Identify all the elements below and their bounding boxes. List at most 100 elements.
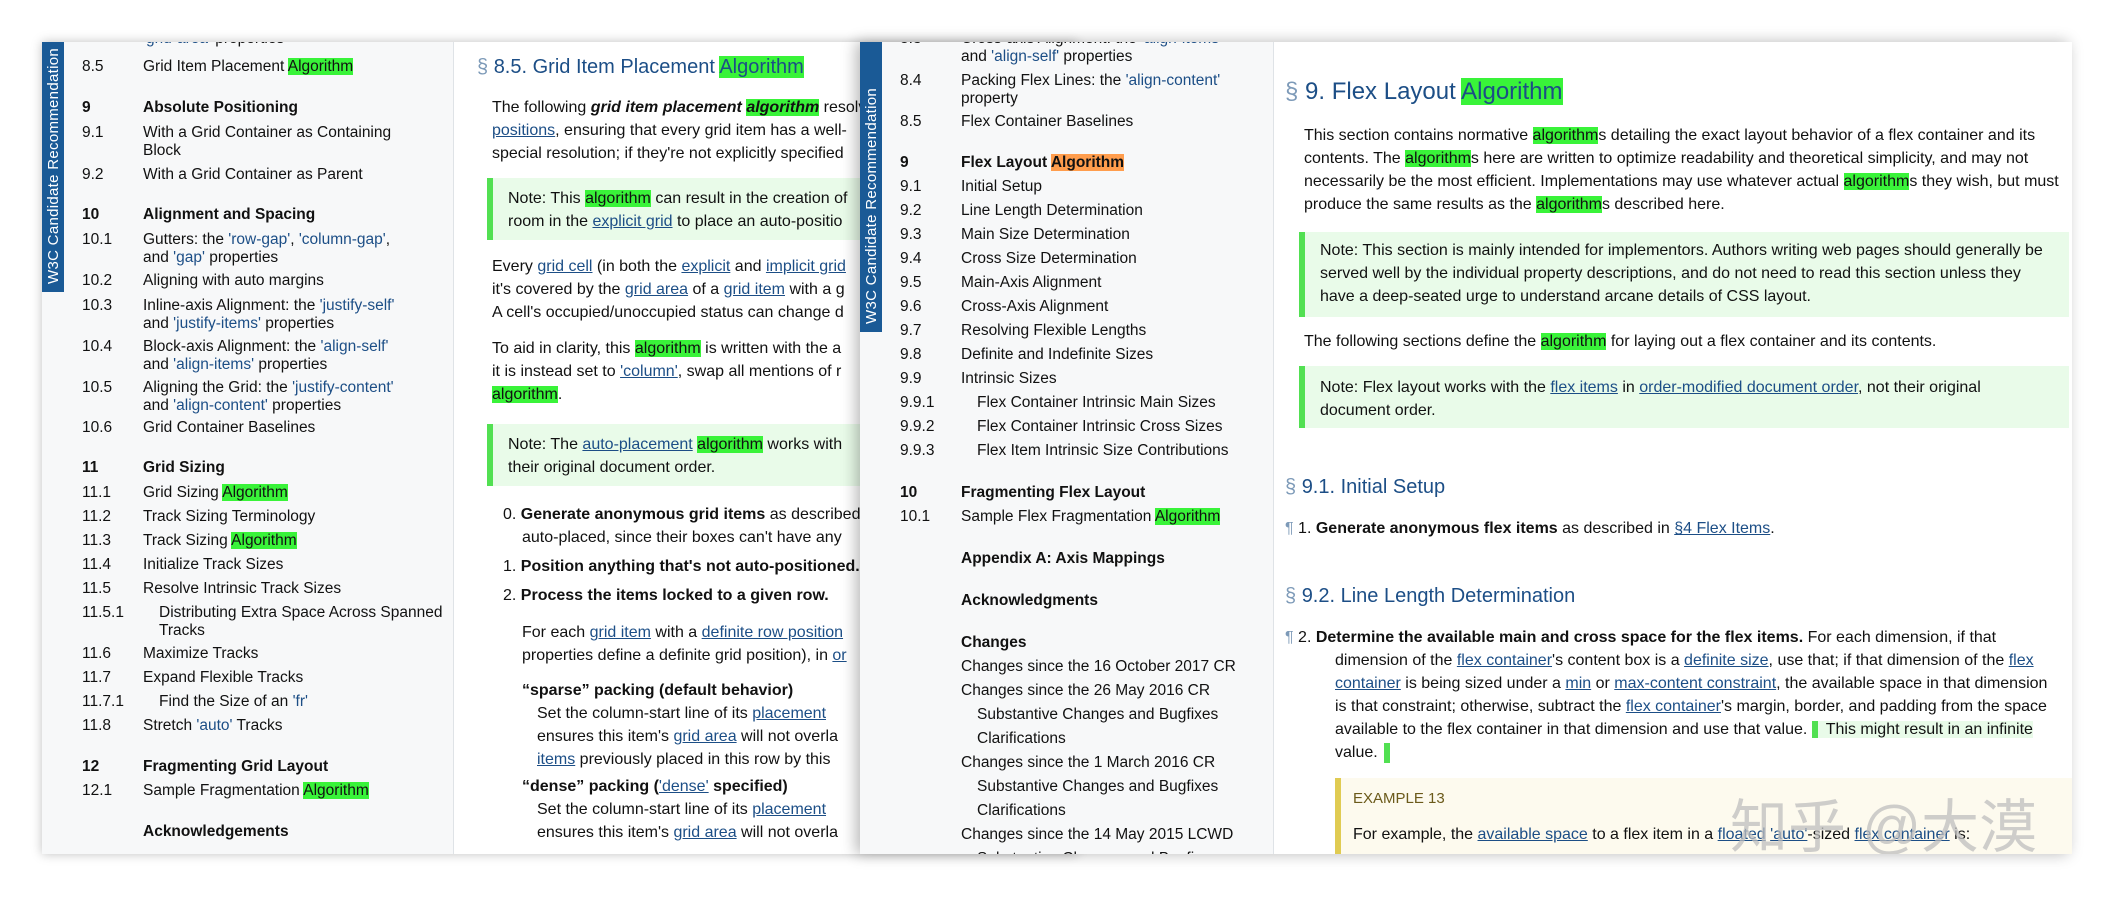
inline-link[interactable]: container (1335, 675, 1401, 692)
search-highlight: Algorithm (231, 532, 297, 549)
inline-link[interactable]: flex items (1550, 379, 1618, 396)
inline-link[interactable]: definite row position (702, 624, 843, 641)
inline-link[interactable]: grid item (724, 281, 785, 298)
toc-item-title: Changes since the 16 October 2017 CR (961, 658, 1236, 675)
inline-link[interactable]: definite size (1684, 652, 1769, 669)
toc-item-number: 11.5 (82, 580, 112, 597)
property-code-link[interactable]: 'align-self' (320, 338, 388, 355)
inline-link[interactable]: auto-placement (582, 436, 692, 453)
inline-link[interactable]: order-modified document order (1639, 379, 1858, 396)
toc-item-number: 11.8 (82, 717, 112, 734)
section-anchor-icon[interactable]: § (1285, 585, 1296, 607)
toc-item-number: 9.7 (900, 322, 922, 339)
toc-item-title: Changes since the 14 May 2015 LCWD (961, 826, 1234, 843)
toc-item-number: 8.5 (82, 58, 104, 75)
toc-item-number: 10.2 (82, 272, 113, 289)
property-code-link[interactable]: 'align-content' (1126, 72, 1221, 89)
w3c-status-banner[interactable]: W3C Candidate Recommendation (860, 42, 882, 332)
property-code-link[interactable]: 'align-self' (991, 48, 1059, 65)
inline-link[interactable]: positions (492, 122, 555, 139)
bold-italic-text: grid item placement (590, 99, 747, 116)
inline-link[interactable]: placement (752, 705, 826, 722)
inline-link[interactable]: flex (2009, 652, 2034, 669)
inline-link[interactable]: grid area (673, 824, 736, 841)
toc-item-number: 12.1 (82, 782, 113, 799)
list-item-line: available to the flex container in that … (1335, 721, 2033, 738)
inline-link[interactable]: placement (752, 801, 826, 818)
toc-item-number: 8.3 (900, 42, 922, 48)
toc-item-title: Gutters: the 'row-gap', 'column-gap', and… (143, 231, 391, 266)
inline-link[interactable]: §4 Flex Items (1674, 520, 1770, 537)
toc-item-title: Cross-Axis Alignment (961, 298, 1109, 315)
inline-link[interactable]: items (537, 751, 575, 768)
search-highlight: Algorithm (287, 58, 354, 75)
inline-link[interactable]: implicit grid (766, 258, 846, 275)
inline-link[interactable]: grid area (673, 728, 736, 745)
paragraph-line: Every grid cell (in both the explicit an… (492, 258, 846, 275)
search-highlight: Algorithm (222, 484, 288, 501)
inline-link[interactable]: max-content constraint (1614, 675, 1776, 692)
property-code-link[interactable]: 'justify-content' (292, 379, 394, 396)
bold-text: Generate anonymous grid items (520, 506, 766, 523)
property-code-link[interactable]: 'align-content' (173, 397, 268, 414)
toc-item-number: 9.1 (900, 178, 922, 195)
inline-link[interactable]: explicit (681, 258, 730, 275)
property-code-link[interactable]: 'column-gap' (299, 231, 386, 248)
property-code-link[interactable]: 'gap' (173, 249, 205, 266)
inline-link[interactable]: flex container (1626, 698, 1721, 715)
inline-link[interactable]: grid area (625, 281, 688, 298)
inline-link[interactable]: available space (1478, 826, 1588, 843)
inline-link[interactable]: flex container (1457, 652, 1552, 669)
toc-item-title: Substantive Changes and Bugfixes (977, 706, 1219, 723)
property-code-link[interactable]: 'justify-items' (173, 315, 261, 332)
property-code-link[interactable]: 'row-gap' (228, 231, 290, 248)
flex-toc-sidebar: 8.3Cross-axis Alignment: the 'align-item… (860, 42, 1274, 854)
paragraph-anchor-icon[interactable]: ¶ (1285, 520, 1294, 537)
property-code-link[interactable]: 'grid-area' (143, 42, 211, 47)
paragraph-anchor-icon[interactable]: ¶ (1285, 629, 1294, 646)
inline-link[interactable]: or (832, 647, 846, 664)
list-item-line: auto-placed, since their boxes can't hav… (522, 529, 842, 546)
property-code-link[interactable]: 'fr' (293, 693, 308, 710)
list-item-line: 2. Process the items locked to a given r… (503, 587, 829, 604)
dfn-term: “dense” packing ('dense' specified) (522, 776, 788, 798)
toc-item-title: Flex Layout Algorithm (961, 154, 1125, 171)
section-heading-9-1: § 9.1. Initial Setup (1285, 476, 1446, 498)
inline-link[interactable]: min (1565, 675, 1591, 692)
toc-item-number: 9.9.3 (900, 442, 935, 459)
property-code-link[interactable]: 'align-items' (1141, 42, 1222, 47)
bold-text: Process the items locked to a given row. (520, 587, 829, 604)
toc-item-title: Flex Item Intrinsic Size Contributions (977, 442, 1229, 459)
inline-link[interactable]: grid item (590, 624, 651, 641)
property-code-link[interactable]: 'align-items' (173, 356, 254, 373)
toc-item-title: and 'align-self' properties (961, 48, 1133, 65)
toc-item-title: Track Sizing Terminology (143, 508, 316, 525)
section-anchor-icon[interactable]: § (477, 56, 488, 78)
inline-link[interactable]: grid cell (537, 258, 592, 275)
toc-item-number: 9.9 (900, 370, 922, 387)
list-item-line: is that constraint; otherwise, subtract … (1335, 698, 2047, 715)
toc-item-number: 11.1 (82, 484, 112, 501)
paragraph-line: This section contains normative algorith… (1304, 127, 2036, 144)
example-title: EXAMPLE 13 (1353, 790, 1445, 807)
toc-item-number: 9.8 (900, 346, 922, 363)
w3c-status-banner[interactable]: W3C Candidate Recommendation (42, 42, 64, 292)
toc-item-title: Main-Axis Alignment (961, 274, 1102, 291)
assertion-highlight: This might result in an infinite (1811, 721, 2033, 738)
property-code-link[interactable]: 'justify-self' (320, 297, 395, 314)
inline-link[interactable]: 'column' (620, 363, 678, 380)
inline-link[interactable]: explicit grid (592, 213, 672, 230)
toc-item-title: Resolve Intrinsic Track Sizes (143, 580, 342, 597)
inline-link[interactable]: 'dense' (659, 778, 709, 795)
paragraph-line: special resolution; if they're not expli… (492, 145, 844, 162)
toc-item-title: Stretch 'auto' Tracks (143, 717, 283, 734)
toc-item-title: Block-axis Alignment: the 'align-self' an… (143, 338, 389, 373)
note-line: Note: This algorithm can result in the c… (508, 190, 848, 207)
property-code-link[interactable]: 'auto' (196, 717, 232, 734)
toc-item-number: 10.5 (82, 379, 113, 396)
note-line: room in the explicit grid to place an au… (508, 213, 843, 230)
section-anchor-icon[interactable]: § (1285, 78, 1298, 105)
toc-item-number: 8.5 (900, 113, 922, 130)
toc-item-title: Substantive Changes and Bugfixes (977, 778, 1219, 795)
section-anchor-icon[interactable]: § (1285, 476, 1296, 498)
